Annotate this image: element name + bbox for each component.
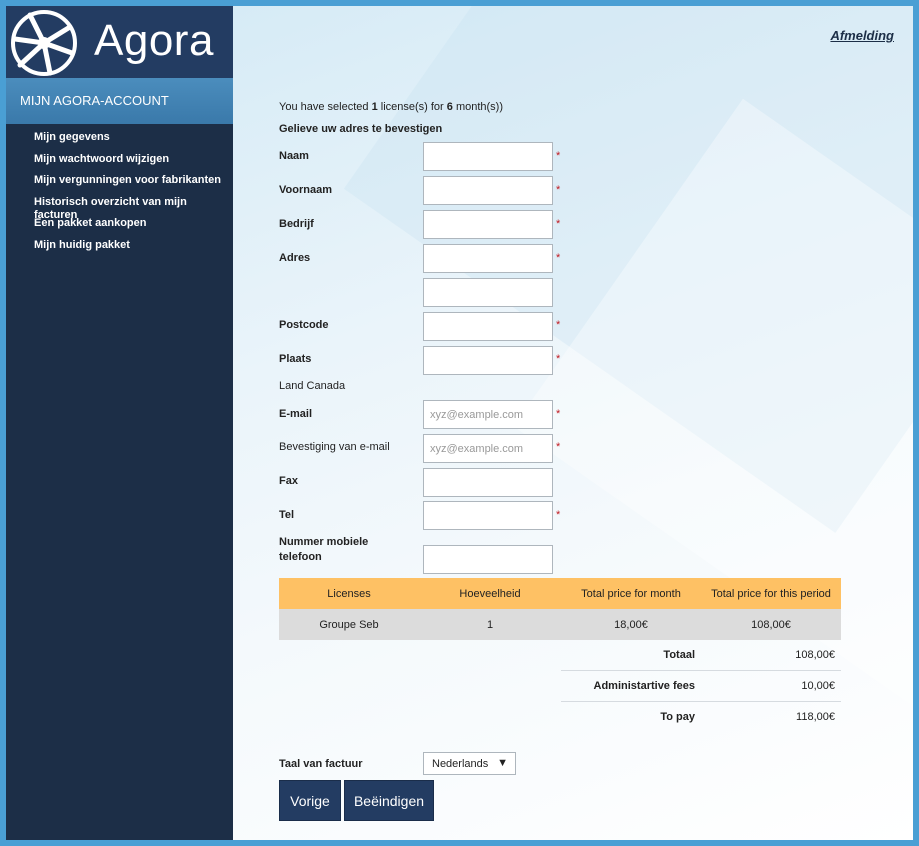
plaats-label: Plaats — [279, 353, 312, 365]
sidebar-item-my-details[interactable]: Mijn gegevens — [34, 131, 233, 153]
summary-total-row: Totaal 108,00€ — [561, 640, 841, 671]
required-mark: * — [556, 353, 561, 365]
required-mark: * — [556, 150, 561, 162]
total-label: Totaal — [663, 649, 695, 661]
adres-label: Adres — [279, 252, 311, 264]
naam-input[interactable] — [423, 142, 553, 171]
brand-name: Agora — [94, 16, 214, 65]
col-price-month: Total price for month — [561, 578, 701, 609]
app-frame: Agora MIJN AGORA-ACCOUNT Mijn gegevens M… — [6, 6, 913, 840]
required-mark: * — [556, 319, 561, 331]
postcode-label: Postcode — [279, 319, 329, 331]
required-mark: * — [556, 252, 561, 264]
sidebar-item-invoice-history[interactable]: Historisch overzicht van mijn facturen — [34, 196, 233, 221]
email-confirm-input[interactable] — [423, 434, 553, 463]
sidebar-menu: Mijn gegevens Mijn wachtwoord wijzigen M… — [34, 131, 233, 261]
bedrijf-input[interactable] — [423, 210, 553, 239]
form-title: Gelieve uw adres te bevestigen — [279, 123, 443, 135]
required-mark: * — [556, 408, 561, 420]
country-text: Land Canada — [279, 380, 346, 392]
table-header-row: Licenses Hoeveelheid Total price for mon… — [279, 578, 841, 609]
col-price-period: Total price for this period — [701, 578, 841, 609]
main-content: Afmelding You have selected 1 license(s)… — [233, 6, 913, 840]
pay-label: To pay — [660, 711, 695, 723]
license-price-table: Licenses Hoeveelheid Total price for mon… — [279, 578, 841, 640]
voornaam-label: Voornaam — [279, 184, 332, 196]
col-quantity: Hoeveelheid — [419, 578, 561, 609]
sidebar: Agora MIJN AGORA-ACCOUNT Mijn gegevens M… — [6, 6, 233, 840]
logo: Agora — [6, 6, 233, 78]
cell-quantity: 1 — [419, 609, 561, 640]
cell-license: Groupe Seb — [279, 609, 419, 640]
fees-label: Administartive fees — [593, 680, 695, 692]
fax-input[interactable] — [423, 468, 553, 497]
email-confirm-label: Bevestiging van e-mail — [279, 441, 390, 453]
sidebar-item-change-password[interactable]: Mijn wachtwoord wijzigen — [34, 153, 233, 175]
agora-wheel-icon — [11, 10, 77, 76]
invoice-language-label: Taal van factuur — [279, 758, 363, 770]
required-mark: * — [556, 509, 561, 521]
bedrijf-label: Bedrijf — [279, 218, 314, 230]
naam-label: Naam — [279, 150, 309, 162]
tel-input[interactable] — [423, 501, 553, 530]
table-row: Groupe Seb 1 18,00€ 108,00€ — [279, 609, 841, 640]
sidebar-item-manufacturer-licenses[interactable]: Mijn vergunningen voor fabrikanten — [34, 174, 233, 196]
sidebar-item-buy-package[interactable]: Een pakket aankopen — [34, 217, 233, 239]
sidebar-item-current-package[interactable]: Mijn huidig pakket — [34, 239, 233, 261]
plaats-input[interactable] — [423, 346, 553, 375]
account-section-header: MIJN AGORA-ACCOUNT — [6, 78, 233, 124]
fees-value: 10,00€ — [801, 680, 835, 692]
total-value: 108,00€ — [795, 649, 835, 661]
mobile-label: Nummer mobiele telefoon — [279, 536, 369, 563]
invoice-language-value: Nederlands — [432, 758, 489, 770]
required-mark: * — [556, 184, 561, 196]
required-mark: * — [556, 441, 561, 453]
email-input[interactable] — [423, 400, 553, 429]
adres-line2-input[interactable] — [423, 278, 553, 307]
pay-value: 118,00€ — [796, 711, 835, 723]
dropdown-arrow-icon: ▼ — [497, 757, 508, 769]
fax-label: Fax — [279, 475, 298, 487]
cell-price-period: 108,00€ — [701, 609, 841, 640]
previous-button[interactable]: Vorige — [279, 780, 341, 821]
mobile-input[interactable] — [423, 545, 553, 574]
logout-link[interactable]: Afmelding — [830, 28, 894, 43]
tel-label: Tel — [279, 509, 295, 521]
col-licenses: Licenses — [279, 578, 419, 609]
summary-pay-row: To pay 118,00€ — [561, 702, 841, 733]
finish-button[interactable]: Beëindigen — [344, 780, 434, 821]
required-mark: * — [556, 218, 561, 230]
adres-input[interactable] — [423, 244, 553, 273]
email-label: E-mail — [279, 408, 313, 420]
postcode-input[interactable] — [423, 312, 553, 341]
cell-price-month: 18,00€ — [561, 609, 701, 640]
invoice-language-select[interactable]: Nederlands ▼ — [423, 752, 516, 775]
selection-summary: You have selected 1 license(s) for 6 mon… — [279, 101, 504, 113]
summary-fees-row: Administartive fees 10,00€ — [561, 671, 841, 702]
voornaam-input[interactable] — [423, 176, 553, 205]
